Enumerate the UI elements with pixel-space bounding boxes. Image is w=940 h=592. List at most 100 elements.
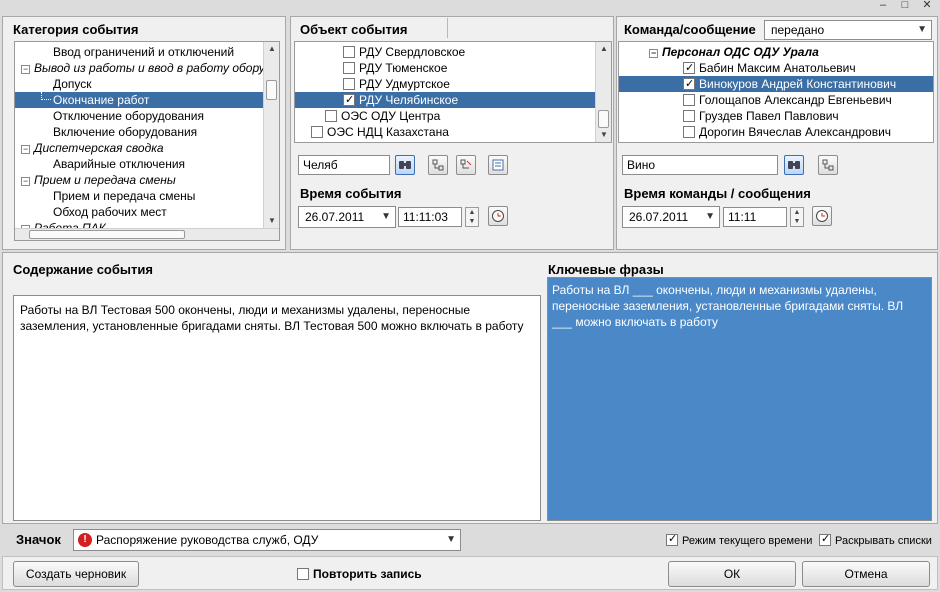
binoculars-search-button[interactable] [784,155,804,175]
checkbox-icon[interactable] [343,78,355,90]
object-title: Объект события [300,22,408,37]
command-tree-item[interactable]: Бабин Максим Анатольевич [619,60,933,76]
command-tree-item[interactable]: Голощапов Александр Евгеньевич [619,92,933,108]
command-tree-item[interactable]: Дорогин Вячеслав Александрович [619,124,933,140]
category-tree-item[interactable]: Включение оборудования [15,124,263,140]
keywords-textarea[interactable]: Работы на ВЛ ___ окончены, люди и механи… [547,277,932,521]
alert-icon: ! [78,533,92,547]
repeat-record-checkbox[interactable]: Повторить запись [297,567,422,581]
hscroll-thumb[interactable] [29,230,185,239]
category-tree-item[interactable]: Аварийные отключения [15,156,263,172]
category-vscroll[interactable]: ▲ ▼ [263,42,279,228]
tree-expand-button[interactable] [818,155,838,175]
scroll-thumb[interactable] [598,110,609,128]
command-tree-item[interactable]: Винокуров Андрей Константинович [619,76,933,92]
tree-options-button[interactable] [488,155,508,175]
checkbox-icon[interactable] [683,126,695,138]
checkbox-icon[interactable] [311,126,323,138]
object-tree[interactable]: РДУ Свердловское РДУ Тюменское РДУ Удмуртс… [294,41,612,143]
checkbox-icon[interactable] [683,110,695,122]
category-item-label: Диспетчерская сводка [34,141,164,155]
category-item-label: Прием и передача смены [53,189,196,203]
object-date-picker[interactable]: 26.07.2011 ▼ [298,206,396,228]
clock-icon [492,210,504,222]
tree-collapse-button[interactable] [456,155,476,175]
command-date-value: 26.07.2011 [629,210,689,224]
object-tree-item[interactable]: РДУ Свердловское [295,44,595,60]
expand-lists-checkbox[interactable]: Раскрывать списки [819,532,932,547]
object-time-input[interactable]: 11:11:03 [398,207,462,227]
command-time-input[interactable]: 11:11 [723,207,787,227]
close-icon[interactable]: ✕ [918,0,936,12]
object-clock-button[interactable] [488,206,508,226]
object-tree-item[interactable]: РДУ Удмуртское [295,76,595,92]
category-tree-item[interactable]: − Прием и передача смены [15,172,263,188]
checkbox-icon[interactable] [325,110,337,122]
category-tree-item[interactable]: − Диспетчерская сводка [15,140,263,156]
command-item-label: Винокуров Андрей Константинович [699,77,897,91]
command-tree[interactable]: −Персонал ОДС ОДУ Урала Бабин Максим Ана… [618,41,934,143]
cancel-button[interactable]: Отмена [802,561,930,587]
scroll-down-icon[interactable]: ▼ [264,214,279,228]
command-tree-item[interactable]: Груздев Павел Павлович [619,108,933,124]
binoculars-icon [788,161,800,169]
command-mode-select[interactable]: передано ▼ [764,20,932,40]
checkbox-icon[interactable] [683,76,695,92]
binoculars-search-button[interactable] [395,155,415,175]
maximize-icon[interactable]: □ [896,0,914,12]
category-item-label: Вывод из работы и ввод в работу оборуд [34,61,272,75]
object-tree-item[interactable]: ОЭС ОДУ Центра [295,108,595,124]
scroll-thumb[interactable] [266,80,277,100]
command-date-picker[interactable]: 26.07.2011 ▼ [622,206,720,228]
scroll-down-icon[interactable]: ▼ [596,128,611,142]
object-time-spinner[interactable]: ▲ ▼ [465,207,479,227]
collapse-icon[interactable]: − [21,145,30,154]
collapse-icon[interactable]: − [649,49,658,58]
command-group-row[interactable]: − Персонал ОДС ОДУ Урала [619,44,933,60]
scroll-up-icon[interactable]: ▲ [264,42,279,56]
icon-select[interactable]: ! Распоряжение руководства служб, ОДУ ▼ [73,529,461,551]
minimize-icon[interactable]: – [874,0,892,12]
category-hscroll[interactable] [15,228,279,240]
checkbox-icon[interactable] [343,92,355,108]
category-tree-item[interactable]: Ввод ограничений и отключений [15,44,263,60]
create-draft-button[interactable]: Создать черновик [13,561,139,587]
category-tree-item[interactable]: Отключение оборудования [15,108,263,124]
checkbox-icon[interactable] [683,60,695,76]
collapse-icon[interactable]: − [21,65,30,74]
tree-expand-button[interactable] [428,155,448,175]
chevron-down-icon: ▼ [705,211,715,222]
object-tree-item[interactable]: РДУ Тюменское [295,60,595,76]
category-tree-item[interactable]: Допуск [15,76,263,92]
category-tree-item[interactable]: − Вывод из работы и ввод в работу оборуд [15,60,271,76]
scroll-up-icon[interactable]: ▲ [596,42,611,56]
category-item-label: Окончание работ [53,93,150,107]
command-tree-item[interactable]: Захаров Игорь Константинович [619,140,933,143]
object-tree-item[interactable]: РДУ Челябинское [295,92,595,108]
checkbox-icon[interactable] [683,142,695,143]
command-time-spinner[interactable]: ▲ ▼ [790,207,804,227]
realtime-checkbox[interactable]: Режим текущего времени [666,532,812,547]
content-textarea[interactable]: Работы на ВЛ Тестовая 500 окончены, люди… [13,295,541,521]
checkbox-icon[interactable] [297,568,309,580]
button-bar [2,556,938,590]
checkbox-icon[interactable] [666,532,678,546]
checkbox-icon[interactable] [683,94,695,106]
collapse-icon[interactable]: − [21,177,30,186]
category-item-label: Прием и передача смены [34,173,176,187]
category-tree[interactable]: Ввод ограничений и отключений − Вывод из р… [14,41,280,241]
category-tree-item[interactable]: Обход рабочих мест [15,204,263,220]
checkbox-icon[interactable] [343,46,355,58]
ok-button[interactable]: ОК [668,561,796,587]
category-tree-item[interactable]: Окончание работ [15,92,263,108]
object-search-input[interactable]: Челяб [298,155,390,175]
object-vscroll[interactable]: ▲ ▼ [595,42,611,142]
checkbox-icon[interactable] [819,532,831,546]
command-search-input[interactable]: Вино [622,155,778,175]
command-clock-button[interactable] [812,206,832,226]
object-item-label: ОЭС ОДУ Центра [341,109,441,123]
checkbox-icon[interactable] [343,62,355,74]
category-tree-item[interactable]: Прием и передача смены [15,188,263,204]
object-tree-item[interactable]: ОЭС НДЦ Казахстана [295,124,595,140]
category-item-label: Аварийные отключения [53,157,186,171]
